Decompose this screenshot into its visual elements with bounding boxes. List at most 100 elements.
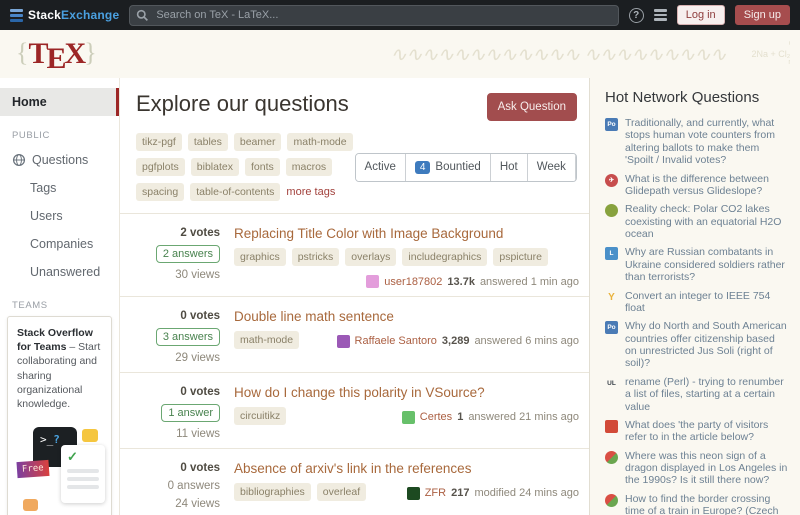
hot-question-link[interactable]: What is the difference between Glidepath… — [625, 173, 788, 198]
username-link[interactable]: Raffaele Santoro — [355, 335, 437, 347]
vote-count: 0 votes — [180, 310, 220, 322]
hot-network-questions-panel: Hot Network Questions Po Traditionally, … — [590, 78, 800, 515]
tag-circuitikz[interactable]: circuitikz — [234, 407, 286, 425]
avatar[interactable] — [402, 411, 415, 424]
more-tags-link[interactable]: more tags — [286, 186, 335, 198]
hot-question-link[interactable]: rename (Perl) - trying to renumber a lis… — [625, 376, 788, 413]
sidebar-item-questions[interactable]: Questions — [0, 146, 119, 174]
hot-question-link[interactable]: Reality check: Polar CO2 lakes coexistin… — [625, 203, 788, 240]
globe-icon — [12, 153, 26, 167]
sidebar-item-home[interactable]: Home — [0, 88, 119, 116]
tag-pspicture[interactable]: pspicture — [493, 248, 548, 266]
search-bar — [129, 5, 618, 26]
question-row: 0 votes 3 answers 29 views Double line m… — [120, 296, 589, 372]
help-icon[interactable]: ? — [629, 8, 644, 23]
free-badge: Free — [16, 460, 49, 478]
answer-count: 2 answers — [156, 245, 220, 263]
search-icon — [136, 9, 149, 22]
sidebar-item-unanswered[interactable]: Unanswered — [0, 258, 119, 286]
tag-overleaf[interactable]: overleaf — [317, 483, 366, 501]
tag-graphics[interactable]: graphics — [234, 248, 286, 266]
username-link[interactable]: user187802 — [384, 276, 442, 288]
teams-promo-card: Stack Overflow for Teams – Start collabo… — [7, 316, 112, 515]
avatar[interactable] — [366, 275, 379, 288]
view-count: 24 views — [175, 498, 220, 510]
hot-question-link[interactable]: Why are Russian combatants in Ukraine co… — [625, 246, 788, 283]
tag-fonts[interactable]: fonts — [245, 158, 280, 176]
tag-pgfplots[interactable]: pgfplots — [136, 158, 185, 176]
travel-site-icon — [605, 451, 618, 464]
site-switcher-icon[interactable] — [654, 9, 667, 21]
stackexchange-logo-icon — [10, 9, 23, 22]
tag-pstricks[interactable]: pstricks — [292, 248, 340, 266]
vote-count: 0 votes — [180, 386, 220, 398]
hot-question-link[interactable]: Why do North and South American countrie… — [625, 320, 788, 370]
tag-tikz-pgf[interactable]: tikz-pgf — [136, 133, 182, 151]
tag-beamer[interactable]: beamer — [234, 133, 282, 151]
tag-biblatex[interactable]: biblatex — [191, 158, 239, 176]
top-bar: StackExchange ? Log in Sign up — [0, 0, 800, 30]
hot-question: Po Why do North and South American count… — [605, 320, 788, 370]
question-stats: 0 votes 0 answers 24 views — [132, 460, 220, 510]
avatar[interactable] — [337, 335, 350, 348]
check-icon: ✓ — [67, 449, 78, 464]
filter-hot[interactable]: Hot — [490, 154, 527, 181]
sidebar-item-tags[interactable]: Tags — [0, 174, 119, 202]
view-count: 29 views — [175, 352, 220, 364]
ask-question-button[interactable]: Ask Question — [487, 93, 577, 121]
hot-question-link[interactable]: Convert an integer to IEEE 754 float — [625, 290, 788, 315]
filter-bountied[interactable]: 4 Bountied — [405, 154, 490, 181]
question-title[interactable]: Double line math sentence — [234, 309, 579, 324]
filter-active[interactable]: Active — [356, 154, 405, 181]
stackexchange-logo[interactable]: StackExchange — [10, 8, 119, 22]
question-title[interactable]: How do I change this polarity in VSource… — [234, 385, 579, 400]
sidebar-item-companies[interactable]: Companies — [0, 230, 119, 258]
tag-math-mode[interactable]: math-mode — [234, 331, 299, 349]
hot-question: UL rename (Perl) - trying to renumber a … — [605, 376, 788, 413]
tag-bibliographies[interactable]: bibliographies — [234, 483, 311, 501]
username-link[interactable]: Certes — [420, 411, 452, 423]
login-button[interactable]: Log in — [677, 5, 725, 25]
hot-question-link[interactable]: What does 'the party of visitors refer t… — [625, 419, 788, 444]
question-title[interactable]: Replacing Title Color with Image Backgro… — [234, 226, 579, 241]
view-count: 11 views — [176, 428, 220, 440]
filter-week[interactable]: Week — [527, 154, 575, 181]
teams-section-label: TEAMS — [12, 300, 107, 311]
question-list: 2 votes 2 answers 30 views Replacing Tit… — [120, 213, 589, 515]
speech-bubble-icon — [23, 499, 38, 511]
signup-button[interactable]: Sign up — [735, 5, 790, 25]
politics-site-icon: Po — [605, 321, 618, 334]
question-title[interactable]: Absence of arxiv's link in the reference… — [234, 461, 579, 476]
hot-question-link[interactable]: Traditionally, and currently, what stops… — [625, 117, 788, 167]
logo-brace-right: } — [84, 38, 96, 67]
tex-site-logo[interactable]: {TEX} — [16, 37, 97, 71]
hot-question-link[interactable]: How to find the border crossing time of … — [625, 493, 788, 515]
speech-bubble-icon — [82, 429, 98, 442]
search-input[interactable] — [129, 5, 618, 26]
question-stats: 2 votes 2 answers 30 views — [132, 225, 220, 288]
filter-month[interactable]: Month — [575, 154, 577, 181]
main-header: Explore our questions Ask Question tikz-… — [120, 78, 589, 213]
activity-text: answered 6 mins ago — [474, 335, 579, 347]
question-stats: 0 votes 1 answer 11 views — [132, 384, 220, 440]
hot-question: L Why are Russian combatants in Ukraine … — [605, 246, 788, 283]
public-section-label: PUBLIC — [12, 130, 107, 141]
tag-table-of-contents[interactable]: table-of-contents — [190, 183, 280, 201]
logo-brace-left: { — [16, 38, 28, 67]
hot-question-link[interactable]: Where was this neon sign of a dragon dis… — [625, 450, 788, 487]
answer-count: 0 answers — [168, 480, 220, 492]
activity-text: answered 21 mins ago — [468, 411, 579, 423]
tag-tables[interactable]: tables — [188, 133, 228, 151]
question-user-card: user187802 13.7k answered 1 min ago — [366, 273, 579, 288]
topbar-actions: ? Log in Sign up — [629, 5, 790, 25]
tag-overlays[interactable]: overlays — [345, 248, 396, 266]
avatar[interactable] — [407, 487, 420, 500]
sidebar-item-users[interactable]: Users — [0, 202, 119, 230]
tag-includegraphics[interactable]: includegraphics — [402, 248, 487, 266]
tag-spacing[interactable]: spacing — [136, 183, 184, 201]
hot-question: Reality check: Polar CO2 lakes coexistin… — [605, 203, 788, 240]
username-link[interactable]: ZFR — [425, 487, 446, 499]
hot-question: How to find the border crossing time of … — [605, 493, 788, 515]
tag-macros[interactable]: macros — [286, 158, 332, 176]
tag-math-mode[interactable]: math-mode — [287, 133, 352, 151]
